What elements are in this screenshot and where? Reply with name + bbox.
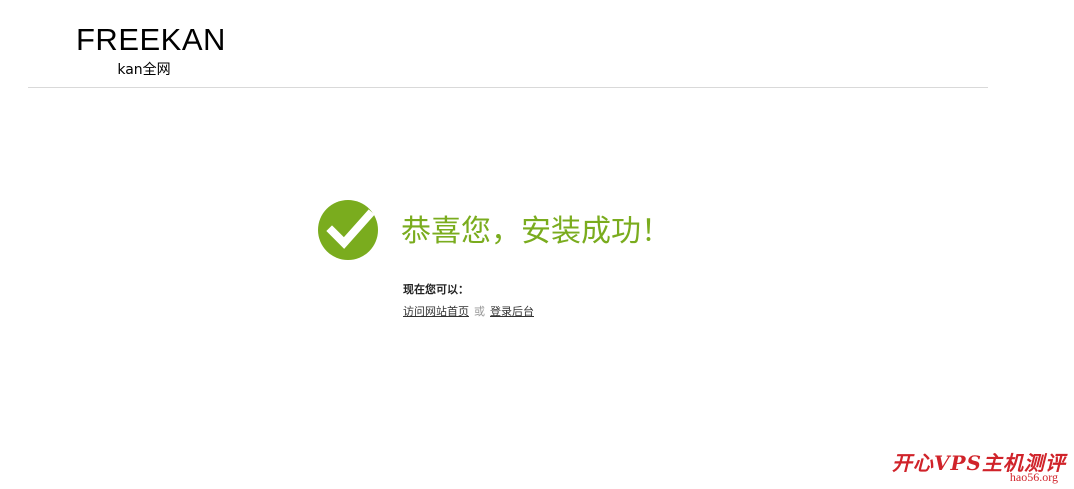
visit-homepage-link[interactable]: 访问网站首页 <box>403 305 469 318</box>
logo[interactable]: FREEKAN kan全网 <box>76 22 226 80</box>
logo-title: FREEKAN <box>76 22 226 57</box>
success-panel: 恭喜您，安装成功！ 现在您可以： 访问网站首页或登录后台 <box>317 199 737 329</box>
success-title: 恭喜您，安装成功！ <box>401 214 671 249</box>
or-separator: 或 <box>474 305 485 318</box>
watermark: 开心VPS主机测评 hao56.org <box>892 451 1066 483</box>
admin-login-link[interactable]: 登录后台 <box>490 305 534 318</box>
check-circle-icon <box>318 200 378 260</box>
install-success-page: FREEKAN kan全网 恭喜您，安装成功！ 现在您可以： 访问网站首页或登录… <box>0 0 1074 489</box>
logo-subtitle: kan全网 <box>117 62 171 78</box>
now-you-can-label: 现在您可以： <box>403 283 469 296</box>
action-links: 访问网站首页或登录后台 <box>403 303 534 319</box>
header: FREEKAN kan全网 <box>28 0 988 88</box>
